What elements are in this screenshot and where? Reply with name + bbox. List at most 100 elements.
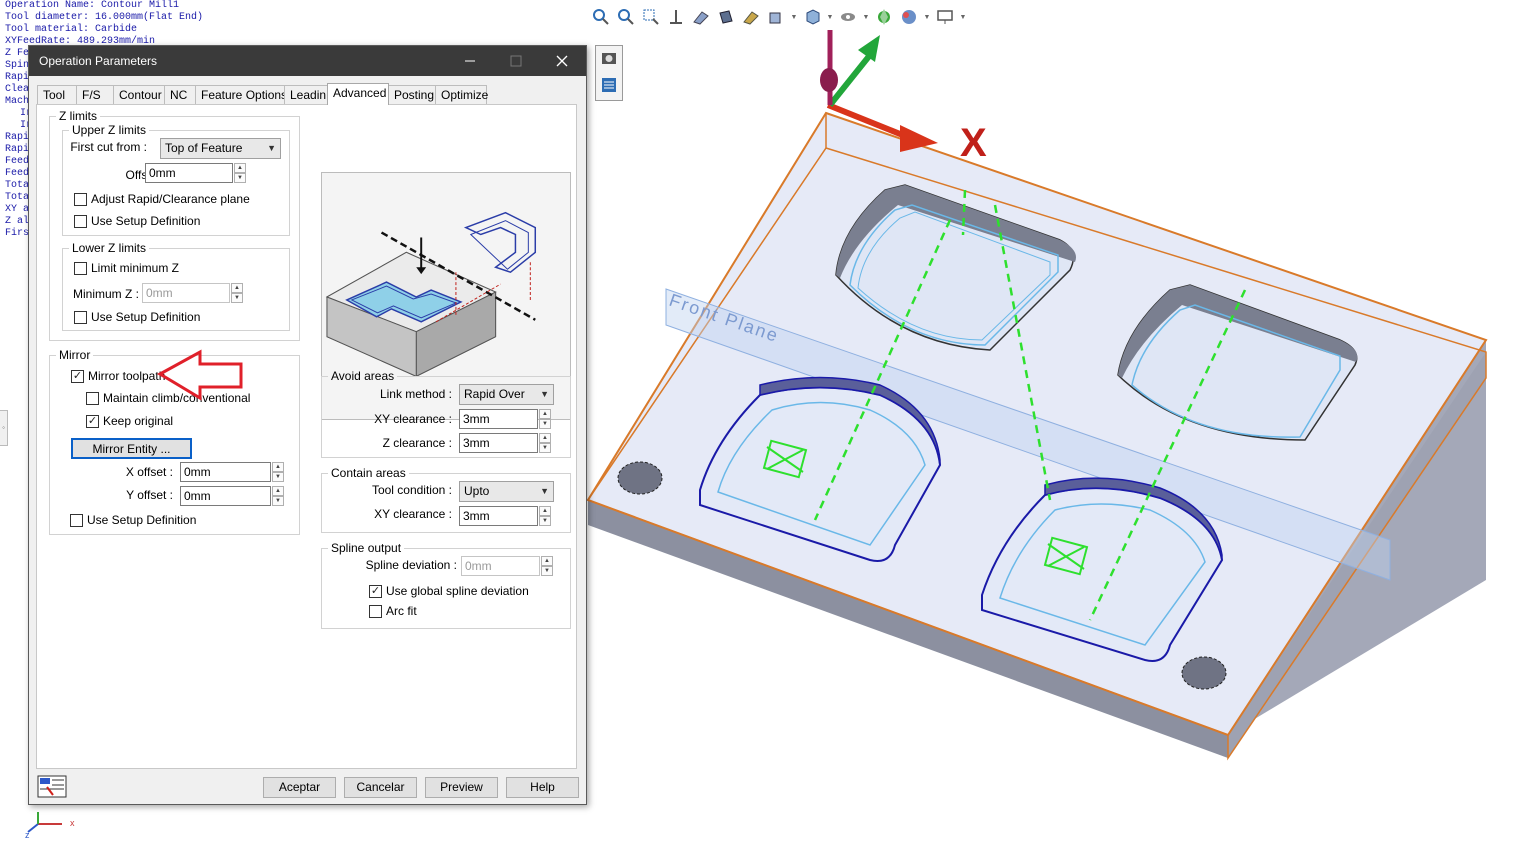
collapse-handle[interactable]: ◦	[0, 410, 8, 446]
operation-parameters-dialog: Operation Parameters Tool F/S Contour NC…	[28, 45, 587, 805]
checkbox-icon[interactable]	[369, 604, 382, 618]
tab-fs[interactable]: F/S	[76, 85, 114, 105]
spin-up-icon[interactable]: ▲	[539, 506, 551, 516]
chevron-down-icon[interactable]: ▼	[862, 6, 870, 28]
tool-condition-select[interactable]: Upto ▼	[459, 481, 554, 502]
chevron-down-icon: ▼	[540, 389, 549, 399]
tab-optimize[interactable]: Optimize	[435, 85, 488, 105]
chevron-down-icon[interactable]: ▼	[923, 6, 931, 28]
scene-icon[interactable]	[898, 6, 920, 28]
offset-stepper[interactable]: 0mm ▲ ▼	[145, 163, 246, 183]
spin-up-icon[interactable]: ▲	[539, 409, 551, 419]
contain-xy-clearance-stepper[interactable]: 3mm ▲ ▼	[459, 506, 551, 526]
minimum-z-label: Minimum Z :	[73, 287, 139, 301]
arc-fit-checkbox[interactable]: Arc fit	[369, 604, 417, 618]
checkbox-icon[interactable]	[74, 214, 87, 228]
ok-button[interactable]: Aceptar	[263, 777, 336, 798]
checkbox-icon[interactable]	[74, 192, 87, 206]
minimum-z-stepper: 0mm ▲ ▼	[142, 283, 243, 303]
offset-field[interactable]: 0mm	[145, 163, 233, 183]
tab-tool[interactable]: Tool	[37, 85, 77, 105]
x-offset-field[interactable]: 0mm	[180, 462, 271, 482]
axis-icon[interactable]	[665, 6, 687, 28]
checkbox-icon[interactable]	[86, 391, 99, 405]
spin-up-icon[interactable]: ▲	[272, 462, 284, 472]
graphics-viewport[interactable]: Front Plane X	[585, 0, 1518, 861]
mirror-use-setup-checkbox[interactable]: Use Setup Definition	[70, 513, 196, 527]
spin-up-icon[interactable]: ▲	[539, 433, 551, 443]
avoid-z-clearance-field[interactable]: 3mm	[459, 433, 538, 453]
x-offset-stepper[interactable]: 0mm ▲ ▼	[180, 462, 284, 482]
contain-xy-clearance-field[interactable]: 3mm	[459, 506, 538, 526]
tab-leadin[interactable]: Leadin	[284, 85, 328, 105]
section-view-icon[interactable]	[690, 6, 712, 28]
hide-show-icon[interactable]	[837, 6, 859, 28]
minimum-z-field: 0mm	[142, 283, 230, 303]
spin-down-icon[interactable]: ▼	[234, 173, 246, 183]
spin-down-icon[interactable]: ▼	[539, 419, 551, 429]
tab-posting[interactable]: Posting	[388, 85, 436, 105]
checkbox-icon[interactable]	[70, 513, 83, 527]
help-button[interactable]: Help	[506, 777, 579, 798]
zoom-to-fit-icon[interactable]	[590, 6, 612, 28]
dialog-titlebar[interactable]: Operation Parameters	[29, 46, 586, 76]
x-axis-label: X	[960, 121, 987, 165]
list-icon[interactable]	[600, 76, 618, 97]
link-method-select[interactable]: Rapid Over ▼	[459, 384, 554, 405]
avoid-z-clearance-stepper[interactable]: 3mm ▲ ▼	[459, 433, 551, 453]
mirror-toolpath-checkbox[interactable]: ✓ Mirror toolpath	[71, 369, 165, 383]
lower-use-setup-checkbox[interactable]: Use Setup Definition	[74, 310, 200, 324]
display-options-icon[interactable]	[740, 6, 762, 28]
hole-left[interactable]	[617, 461, 663, 495]
avoid-xy-clearance-field[interactable]: 3mm	[459, 409, 538, 429]
mirror-legend: Mirror	[59, 348, 91, 362]
checkbox-icon[interactable]	[74, 261, 87, 275]
checkbox-checked-icon[interactable]: ✓	[369, 584, 382, 598]
spline-deviation-field: 0mm	[461, 556, 540, 576]
spin-up-icon[interactable]: ▲	[234, 163, 246, 173]
cancel-button[interactable]: Cancelar	[344, 777, 417, 798]
hole-right[interactable]	[1181, 656, 1227, 690]
limit-min-z-checkbox[interactable]: Limit minimum Z	[74, 261, 179, 275]
spin-down-icon[interactable]: ▼	[539, 516, 551, 526]
tab-contour[interactable]: Contour	[113, 85, 165, 105]
first-cut-label: First cut from :	[70, 140, 147, 154]
preview-button[interactable]: Preview	[425, 777, 498, 798]
camera-icon[interactable]	[600, 49, 618, 70]
tab-feature-options[interactable]: Feature Options	[195, 85, 287, 105]
maintain-climb-checkbox[interactable]: Maintain climb/conventional	[86, 391, 250, 405]
spin-down-icon[interactable]: ▼	[272, 472, 284, 482]
cube-view-icon[interactable]	[801, 6, 823, 28]
help-context-icon[interactable]	[37, 775, 68, 799]
checkbox-checked-icon[interactable]: ✓	[86, 414, 99, 428]
y-offset-field[interactable]: 0mm	[180, 486, 271, 506]
tab-advanced[interactable]: Advanced	[327, 83, 389, 105]
shaded-view-icon[interactable]	[715, 6, 737, 28]
keep-original-checkbox[interactable]: ✓ Keep original	[86, 414, 173, 428]
tab-nc[interactable]: NC	[164, 85, 196, 105]
checkbox-checked-icon[interactable]: ✓	[71, 369, 84, 383]
use-global-spline-checkbox[interactable]: ✓ Use global spline deviation	[369, 584, 529, 598]
chevron-down-icon[interactable]: ▼	[959, 6, 967, 28]
monitor-icon[interactable]	[934, 6, 956, 28]
chevron-down-icon[interactable]: ▼	[790, 6, 798, 28]
chevron-down-icon[interactable]: ▼	[826, 6, 834, 28]
view-orientation-icon[interactable]	[765, 6, 787, 28]
spin-down-icon[interactable]: ▼	[539, 443, 551, 453]
adjust-rapid-checkbox[interactable]: Adjust Rapid/Clearance plane	[74, 192, 250, 206]
info-line: Operation Name: Contour Mill1	[5, 0, 180, 11]
minimize-icon[interactable]	[447, 46, 493, 76]
upper-use-setup-checkbox[interactable]: Use Setup Definition	[74, 214, 200, 228]
zoom-area-icon[interactable]	[640, 6, 662, 28]
close-icon[interactable]	[539, 46, 585, 76]
zoom-in-icon[interactable]	[615, 6, 637, 28]
spin-up-icon[interactable]: ▲	[272, 486, 284, 496]
y-offset-stepper[interactable]: 0mm ▲ ▼	[180, 486, 284, 506]
avoid-xy-clearance-stepper[interactable]: 3mm ▲ ▼	[459, 409, 551, 429]
spin-down-icon[interactable]: ▼	[272, 496, 284, 506]
checkbox-icon[interactable]	[74, 310, 87, 324]
view-toolbar: ▼ ▼ ▼ ▼ ▼	[590, 4, 967, 30]
appearance-icon[interactable]	[873, 6, 895, 28]
first-cut-select[interactable]: Top of Feature ▼	[160, 138, 281, 159]
mirror-entity-button[interactable]: Mirror Entity ...	[71, 438, 192, 459]
